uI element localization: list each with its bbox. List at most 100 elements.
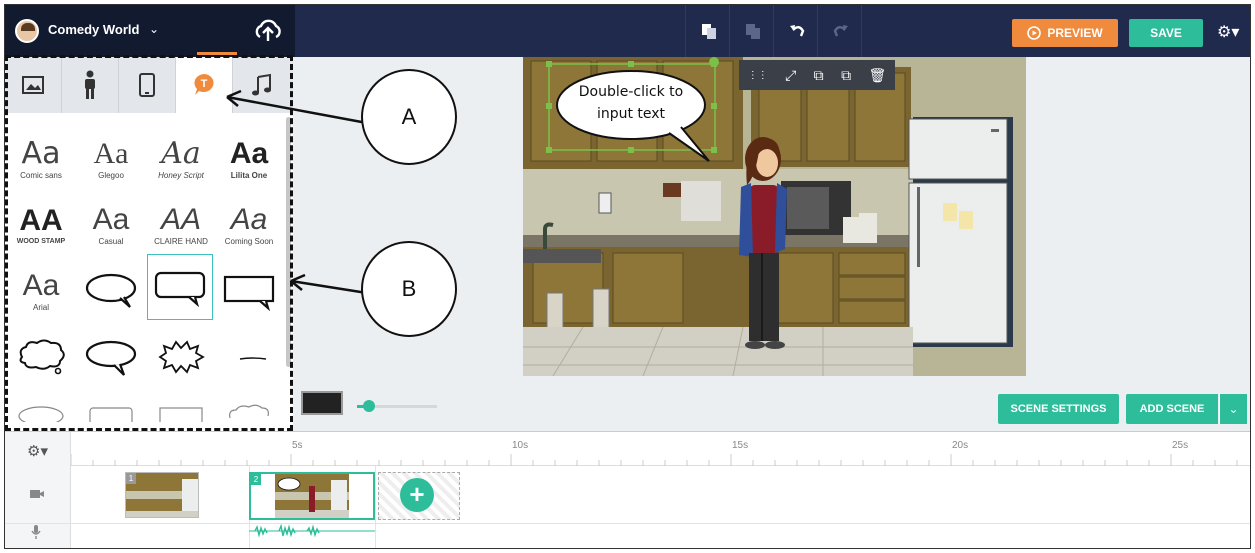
- person-icon: [85, 70, 95, 99]
- scene-canvas[interactable]: Double-click to input text: [523, 57, 1026, 376]
- square-icon: [159, 407, 203, 422]
- line-icon: [239, 357, 267, 360]
- tick-label: 20s: [952, 440, 969, 451]
- transform-icon[interactable]: ⤢: [785, 67, 796, 84]
- audio-waveform[interactable]: [249, 524, 375, 538]
- divider: [773, 5, 774, 57]
- scene-number: 1: [126, 473, 136, 484]
- copy-icon[interactable]: ⧉: [814, 67, 824, 84]
- speech-bubble-text[interactable]: Double-click to input text: [569, 81, 693, 125]
- font-sample: Aa: [92, 202, 130, 236]
- rect-shape[interactable]: [79, 391, 143, 429]
- font-caption: Honey Script: [158, 170, 204, 180]
- speech-bubble-icon: [85, 340, 137, 376]
- font-lilita-one[interactable]: Aa Lilita One: [217, 127, 281, 191]
- shout-bubble[interactable]: [149, 325, 213, 389]
- paste-icon[interactable]: ⧉: [841, 67, 851, 84]
- font-caption: WOOD STAMP: [16, 237, 66, 245]
- font-glegoo[interactable]: Aa Glegoo: [79, 127, 143, 191]
- tab-prop[interactable]: [119, 57, 176, 113]
- preview-label: PREVIEW: [1047, 26, 1103, 40]
- panel-scrollbar[interactable]: [286, 117, 291, 367]
- font-comic-sans[interactable]: Aa Comic sans: [9, 127, 73, 191]
- paste-icon[interactable]: [743, 21, 763, 41]
- asset-tabs: T: [5, 57, 293, 113]
- cloud-icon: [229, 404, 269, 419]
- add-scene-button[interactable]: ADD SCENE: [1126, 394, 1218, 424]
- font-sample: Aa: [21, 135, 61, 171]
- audio-track: [5, 524, 1250, 548]
- object-toolbar: ⋮⋮ ⤢ ⧉ ⧉ 🗑: [739, 60, 895, 90]
- speech-bubble-square[interactable]: [217, 259, 281, 323]
- cloud-upload-icon[interactable]: [253, 17, 283, 45]
- text-style-grid: Aa Comic sans Aa Glegoo Aa Honey Script …: [5, 117, 285, 429]
- tab-text[interactable]: T: [176, 57, 233, 113]
- thought-bubble[interactable]: [9, 325, 73, 389]
- tick-label: 5s: [292, 440, 303, 451]
- font-caption: Coming Soon: [224, 236, 274, 246]
- font-caption: Arial: [32, 302, 49, 312]
- top-bar: Comedy World ⌄ PREVIEW SAVE ⚙▾: [5, 5, 1250, 57]
- oval-shape[interactable]: [9, 391, 73, 429]
- add-scene-plus-icon[interactable]: +: [400, 478, 434, 512]
- font-sample: Aa: [93, 136, 129, 170]
- drag-handle-icon[interactable]: ⋮⋮: [748, 70, 768, 81]
- chevron-down-icon[interactable]: ⌄: [149, 22, 159, 36]
- speech-bubble-icon: [85, 273, 137, 308]
- font-sample: Aa: [230, 202, 268, 236]
- tab-character[interactable]: [62, 57, 119, 113]
- cloud-shape[interactable]: [217, 391, 281, 429]
- font-wood-stamp[interactable]: AA WOOD STAMP: [9, 193, 73, 257]
- save-button[interactable]: SAVE: [1129, 19, 1203, 47]
- scene-thumbnail: [126, 473, 198, 517]
- scene-clip-2[interactable]: 2: [249, 472, 375, 520]
- callout-b: B: [361, 241, 457, 337]
- font-caption: CLAIRE HAND: [154, 236, 208, 246]
- project-title[interactable]: Comedy World: [48, 22, 140, 37]
- zoom-handle[interactable]: [363, 400, 375, 412]
- scene-thumbnail: [275, 474, 349, 518]
- trash-icon[interactable]: 🗑: [868, 67, 886, 84]
- scene-thumbnail-mini[interactable]: [301, 391, 343, 415]
- copy-icon[interactable]: [699, 21, 719, 41]
- scene-clip-1[interactable]: 1: [125, 472, 199, 518]
- divider: [375, 466, 376, 548]
- font-sample: Aa: [161, 135, 201, 171]
- redo-icon[interactable]: [831, 21, 851, 41]
- font-claire-hand[interactable]: AA CLAIRE HAND: [149, 193, 213, 257]
- oval-icon: [18, 406, 64, 422]
- gear-icon[interactable]: ⚙▾: [27, 442, 48, 460]
- preview-button[interactable]: PREVIEW: [1012, 19, 1118, 47]
- ruler-ticks: [71, 454, 1238, 466]
- svg-text:T: T: [201, 78, 208, 90]
- play-circle-icon: [1027, 26, 1042, 40]
- scene-settings-button[interactable]: SCENE SETTINGS: [998, 394, 1119, 424]
- tab-image[interactable]: [5, 57, 62, 113]
- speech-bubble-round[interactable]: [79, 259, 143, 323]
- speech-bubble-rect-selected[interactable]: [147, 254, 213, 320]
- font-sample: AA: [160, 202, 202, 236]
- chevron-down-icon[interactable]: ⌄: [1219, 394, 1247, 424]
- speech-bubble-wide[interactable]: [79, 325, 143, 389]
- tick-label: 15s: [732, 440, 749, 451]
- tick-label: 25s: [1172, 440, 1189, 451]
- shout-bubble-icon: [158, 340, 205, 374]
- divider: [729, 5, 730, 57]
- asset-panel: T Aa Comic sans Aa Glegoo Aa Honey Scrip…: [5, 57, 293, 431]
- divider: [817, 5, 818, 57]
- font-arial[interactable]: Aa Arial: [9, 259, 73, 323]
- font-caption: Glegoo: [98, 170, 124, 180]
- line-shape[interactable]: [217, 325, 281, 389]
- avatar[interactable]: [15, 19, 39, 43]
- timeline-ruler[interactable]: 5s 10s 15s 20s 25s: [71, 432, 1250, 466]
- font-sample: Aa: [22, 268, 60, 302]
- divider: [685, 5, 686, 57]
- gear-icon[interactable]: ⚙▾: [1217, 22, 1239, 42]
- square-shape[interactable]: [149, 391, 213, 429]
- font-honey-script[interactable]: Aa Honey Script: [149, 127, 213, 191]
- font-casual[interactable]: Aa Casual: [79, 193, 143, 257]
- undo-icon[interactable]: [787, 21, 807, 41]
- font-sample: Aa: [229, 136, 269, 170]
- font-coming-soon[interactable]: Aa Coming Soon: [217, 193, 281, 257]
- tab-music[interactable]: [233, 57, 290, 113]
